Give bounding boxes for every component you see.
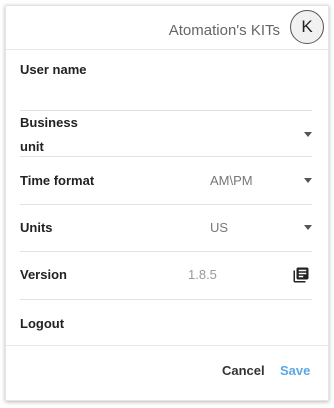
footer-divider [6,345,328,346]
library-books-icon[interactable] [292,266,310,284]
version-row: Version 1.8.5 [20,251,312,300]
panel-header: Atomation's KITs K [6,6,328,50]
version-value: 1.8.5 [188,267,217,282]
time-format-dropdown[interactable]: Time format AM\PM [20,157,312,205]
version-label: Version [20,267,67,282]
logout-label[interactable]: Logout [20,316,64,331]
chevron-down-icon[interactable] [304,225,312,230]
logout-row[interactable]: Logout [20,300,312,344]
user-name-label: User name [20,62,87,77]
business-unit-dropdown[interactable]: Business unit [20,110,312,157]
units-dropdown[interactable]: Units US [20,204,312,252]
settings-panel: Atomation's KITs K User name Business un… [5,5,329,401]
chevron-down-icon[interactable] [304,178,312,183]
time-format-label: Time format [20,173,95,188]
units-label: Units [20,220,53,235]
business-unit-label: Business [20,115,78,130]
units-value[interactable]: US [210,220,228,235]
cancel-button[interactable]: Cancel [222,363,265,378]
avatar[interactable]: K [290,10,324,44]
user-name-row[interactable]: User name [20,52,312,111]
header-divider [6,49,328,50]
business-unit-label-line2: unit [20,139,44,154]
time-format-value[interactable]: AM\PM [210,173,253,188]
kit-name: Atomation's KITs [168,22,280,39]
save-button[interactable]: Save [280,363,310,378]
chevron-down-icon[interactable] [304,132,312,137]
